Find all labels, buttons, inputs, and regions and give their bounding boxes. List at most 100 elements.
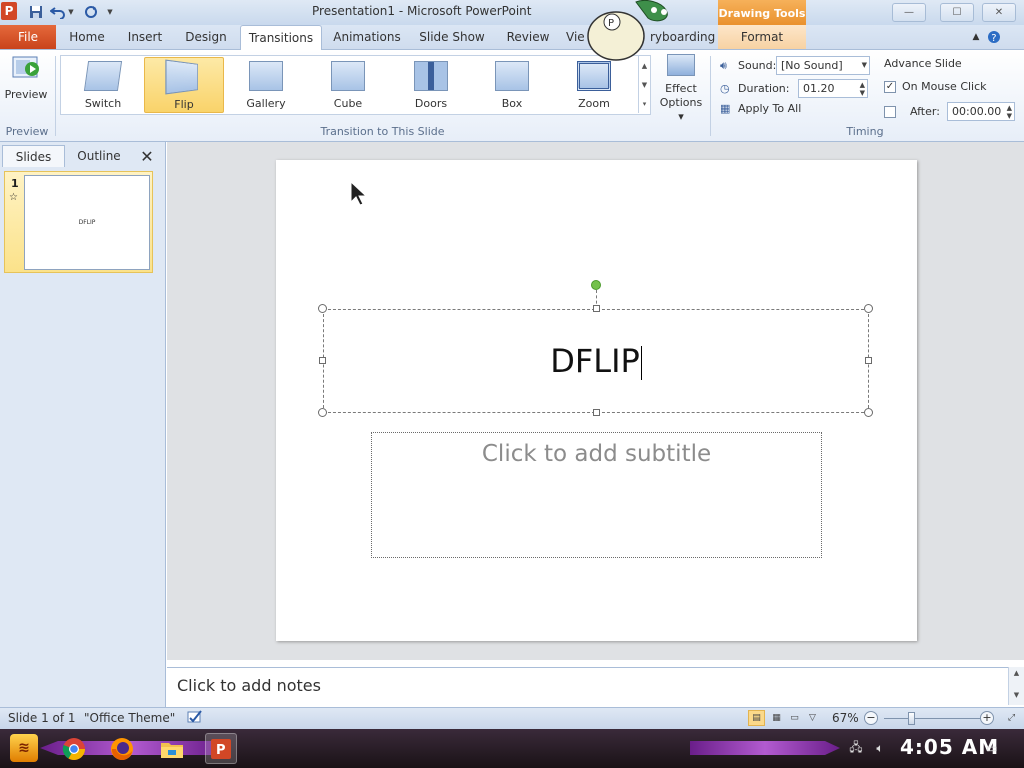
tab-review[interactable]: Review [500,25,556,49]
powerpoint-logo-icon[interactable]: P [1,2,17,20]
save-icon[interactable] [27,3,45,21]
tab-animations[interactable]: Animations [330,25,404,49]
slide-thumbnail-1[interactable]: 1 ☆ DFLIP [4,171,153,273]
zoom-slider-thumb[interactable] [908,712,915,725]
tab-outline[interactable]: Outline [67,145,131,167]
tab-slides[interactable]: Slides [2,145,65,167]
notes-pane[interactable]: Click to add notes [167,667,1008,705]
customize-qat-icon[interactable]: ▼ [104,3,116,21]
zoom-level[interactable]: 67% [832,711,859,725]
slide-editor: DFLIP Click to add subtitle [167,142,1024,660]
resize-handle-top[interactable] [593,305,600,312]
maximize-button[interactable]: ☐ [940,3,974,22]
close-pane-icon[interactable]: ✕ [136,145,158,167]
tab-file[interactable]: File [0,25,56,49]
notes-scrollbar[interactable]: ▲ ▼ [1008,667,1024,705]
chrome-icon[interactable] [58,733,90,764]
title-placeholder[interactable]: DFLIP [323,309,869,413]
sound-row: 🔊︎ Sound: [No Sound] ▼ [720,56,870,75]
firefox-icon[interactable] [106,733,138,764]
scroll-down-icon[interactable]: ▼ [1009,691,1024,699]
rotation-handle[interactable] [591,280,601,290]
normal-view-icon[interactable]: ▤ [748,710,765,726]
tab-slide-show[interactable]: Slide Show [414,25,490,49]
gallery-more-icon[interactable]: ▾ [638,94,650,113]
zoom-out-icon[interactable]: − [864,711,878,725]
doors-icon [414,61,448,91]
network-icon[interactable]: 🖧︎ [848,740,864,755]
volume-icon[interactable]: 🔈︎ [872,741,888,755]
slide-canvas[interactable]: DFLIP Click to add subtitle [276,160,917,641]
title-bar: P ▼ ▼ Presentation1 - Microsoft PowerPoi… [0,0,1024,61]
tab-home[interactable]: Home [64,25,110,49]
gallery-icon [249,61,283,91]
transition-cube[interactable]: Cube [308,57,388,113]
on-mouse-click-checkbox[interactable]: ✓ [884,80,896,93]
resize-handle-bottom-right[interactable] [864,408,873,417]
scroll-up-icon[interactable]: ▲ [1009,669,1024,677]
group-separator [710,56,711,136]
help-icon[interactable]: ? [986,25,1002,49]
ribbon-tabs: File Home Insert Design Transitions Anim… [0,25,1024,50]
minimize-ribbon-icon[interactable]: ▲ [968,25,984,49]
transition-zoom[interactable]: Zoom [554,57,634,113]
fit-to-window-icon[interactable]: ⤢ [1003,710,1020,726]
gallery-scroll-down-icon[interactable]: ▼ [638,75,650,94]
window-title: Presentation1 - Microsoft PowerPoint [312,4,532,18]
notes-placeholder: Click to add notes [177,676,321,695]
spell-check-icon[interactable] [186,709,204,728]
preview-button[interactable]: Preview [2,54,50,108]
subtitle-placeholder[interactable]: Click to add subtitle [371,432,822,558]
after-checkbox[interactable] [884,105,896,118]
zoom-slider[interactable] [884,718,980,719]
notification-icon[interactable]: ▭ [984,741,1000,755]
transition-switch[interactable]: Switch [63,57,143,113]
spinner-arrows-icon: ▲ ▼ [859,81,865,97]
resize-handle-left[interactable] [319,357,326,364]
duration-spinner[interactable]: 01.20 ▲ ▼ [798,79,868,98]
powerpoint-taskbar-icon[interactable]: P [205,733,237,764]
taskbar: ≋ P 🖧︎ 🔈︎ 4:05 AM ▭ [0,729,1024,768]
close-window-button[interactable]: ✕ [982,3,1016,22]
minimize-button[interactable]: — [892,3,926,22]
svg-text:P: P [608,18,614,29]
mouse-cursor-icon [349,180,369,209]
file-explorer-icon[interactable] [156,733,188,764]
reading-view-icon[interactable]: ▭ [786,710,803,726]
status-bar: Slide 1 of 1 "Office Theme" ▤ ▦ ▭ ▽ 67% … [0,707,1024,729]
effect-options-button[interactable]: Effect Options ▾ [656,54,706,124]
tab-format[interactable]: Format [718,25,806,49]
transition-box[interactable]: Box [472,57,552,113]
resize-handle-right[interactable] [865,357,872,364]
transition-flip[interactable]: Flip [144,57,224,113]
start-button[interactable]: ≋ [10,734,38,762]
on-mouse-click-option[interactable]: ✓ On Mouse Click [884,80,987,93]
transition-gallery-item[interactable]: Gallery [226,57,306,113]
apply-to-all-button[interactable]: ▦ Apply To All [720,102,801,115]
zoom-in-icon[interactable]: + [980,711,994,725]
transition-doors[interactable]: Doors [391,57,471,113]
tab-transitions[interactable]: Transitions [240,25,322,50]
slide-show-icon[interactable]: ▽ [804,710,821,726]
slide-count: Slide 1 of 1 [8,711,76,725]
resize-handle-bottom[interactable] [593,409,600,416]
redo-icon[interactable] [82,3,100,21]
transition-gallery: Switch Flip Gallery Cube Doors Box Zoom [60,55,651,115]
preview-label: Preview [4,88,48,101]
resize-handle-bottom-left[interactable] [318,408,327,417]
tab-design[interactable]: Design [180,25,232,49]
theme-name[interactable]: "Office Theme" [84,711,175,725]
duration-label: Duration: [738,82,790,95]
tab-insert[interactable]: Insert [120,25,170,49]
sound-select[interactable]: [No Sound] ▼ [776,56,870,75]
slide-sorter-icon[interactable]: ▦ [768,710,785,726]
preview-icon [11,54,41,82]
undo-icon[interactable] [49,3,67,21]
undo-dropdown-icon[interactable]: ▼ [66,3,76,21]
duration-clock-icon: ◷ [720,82,730,95]
after-time-spinner[interactable]: 00:00.00 ▲ ▼ [947,102,1015,121]
cube-icon [331,61,365,91]
resize-handle-top-left[interactable] [318,304,327,313]
sound-icon: 🔊︎ [720,58,727,72]
resize-handle-top-right[interactable] [864,304,873,313]
